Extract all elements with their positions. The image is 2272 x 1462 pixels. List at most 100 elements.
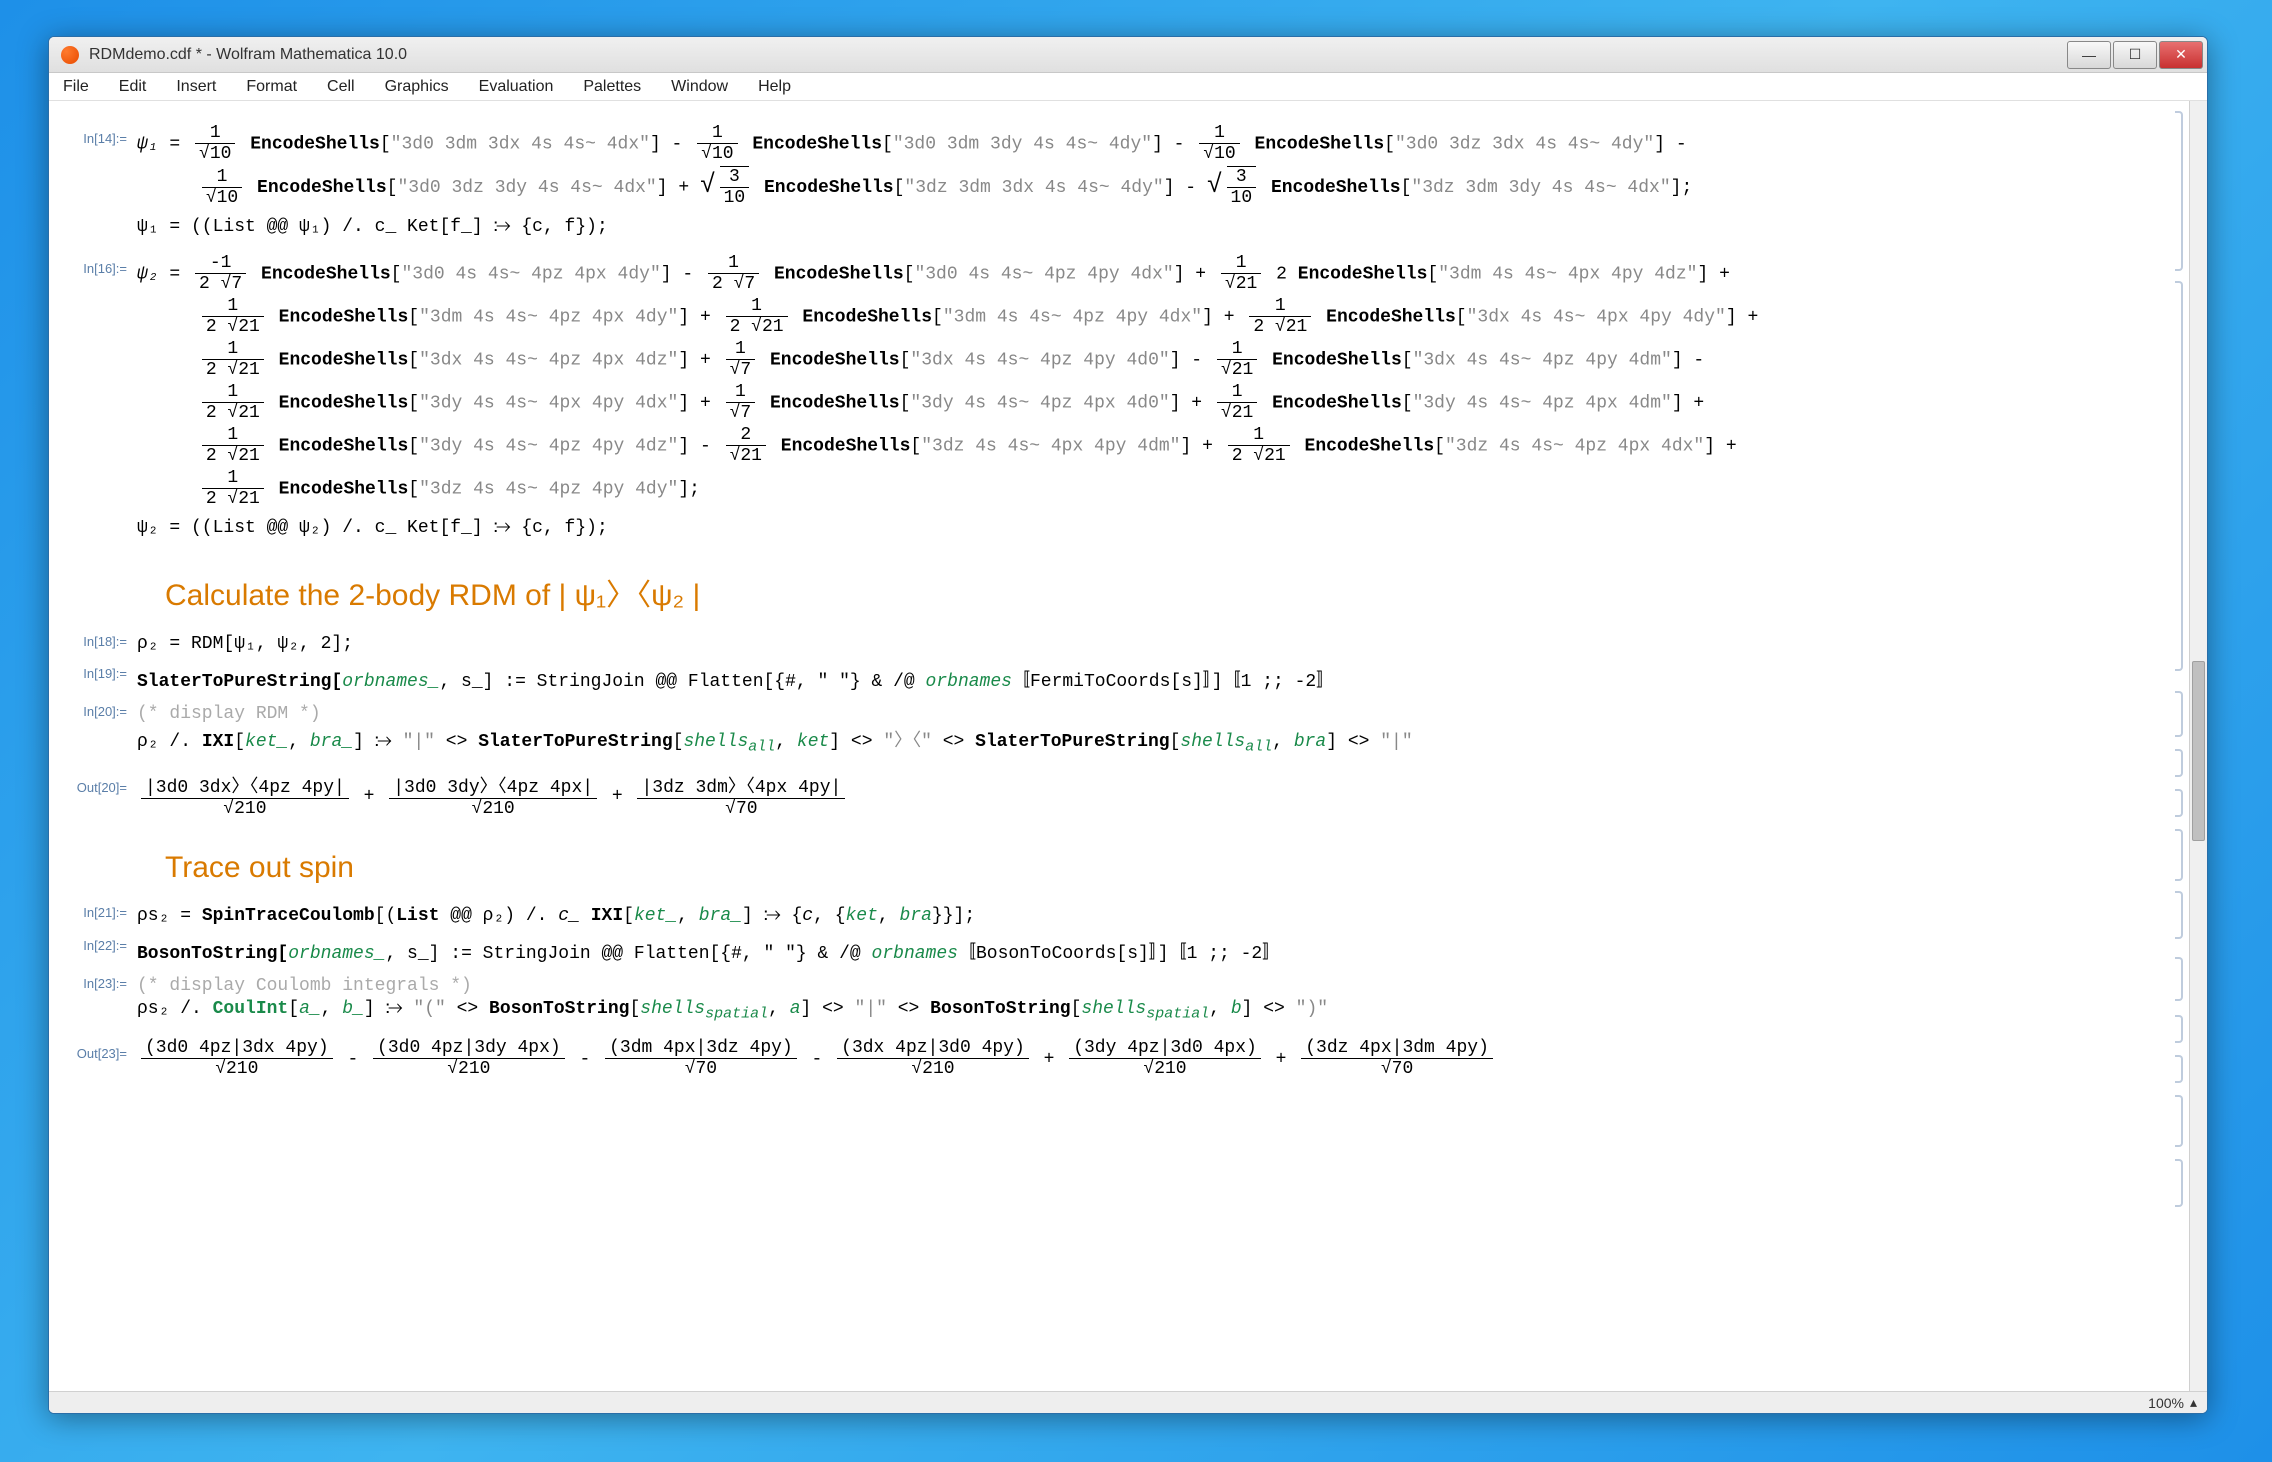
out-num: |3d0 3dy〉〈4pz 4px| [389,772,597,799]
close-button[interactable]: ✕ [2159,41,2203,69]
cell-in18[interactable]: In[18]:= ρ₂ = RDM[ψ₁, ψ₂, 2]; [49,628,2167,660]
out-den: √210 [389,799,597,819]
shell-arg: 3dm 4s 4s~ 4pz 4px 4dy [430,307,668,327]
orb-arg: orbnames_ [288,944,385,964]
cell-in20[interactable]: In[20]:= (* display RDM *) ρ₂ /. IXI[ket… [49,698,2167,764]
frac-den: √21 [1221,274,1261,294]
out-num: |3d0 3dx〉〈4pz 4py| [141,772,349,799]
out-den: √210 [141,1059,333,1079]
menu-file[interactable]: File [57,76,95,98]
cell-body-21: ρs₂ = SpinTraceCoulomb[(List @@ ρ₂) /. c… [127,901,2167,930]
cell-in14[interactable]: In[14]:= ψ₁ = 1√10 EncodeShells["3d0 3dm… [49,115,2167,245]
shell-arg: 3dx 4s 4s~ 4pz 4px 4dz [430,350,668,370]
frac-num: 1 [726,339,756,360]
menubar: File Edit Insert Format Cell Graphics Ev… [49,73,2207,101]
shell-arg: 3dz 4s 4s~ 4px 4py 4dm [932,436,1170,456]
section-heading-rdm: Calculate the 2-body RDM of | ψ₁〉〈ψ₂ | [49,546,2167,628]
shell-arg: 3dx 4s 4s~ 4pz 4py 4dm [1423,350,1661,370]
in-label-22: In[22]:= [49,934,127,953]
cell-in21[interactable]: In[21]:= ρs₂ = SpinTraceCoulomb[(List @@… [49,899,2167,932]
menu-insert[interactable]: Insert [170,76,222,98]
shell-arg: 3dx 4s 4s~ 4px 4py 4dy [1477,307,1715,327]
frac-num: 1 [1221,253,1261,274]
titlebar[interactable]: RDMdemo.cdf * - Wolfram Mathematica 10.0… [49,37,2207,73]
frac-num: 1 [708,253,759,274]
out-num: (3dx 4pz|3d0 4py) [837,1038,1029,1059]
frac-num: 1 [726,296,788,317]
frac-num: 1 [202,167,242,188]
menu-graphics[interactable]: Graphics [379,76,455,98]
frac-num: 1 [195,123,235,144]
cell-in19[interactable]: In[19]:= SlaterToPureString[orbnames_, s… [49,660,2167,698]
cell-in16[interactable]: In[16]:= ψ₂ = -12 √7 EncodeShells["3d0 4… [49,245,2167,546]
cell-body-19: SlaterToPureString[orbnames_, s_] := Str… [127,662,2167,696]
shell-arg: 3d0 3dm 3dx 4s 4s~ 4dx [401,134,639,154]
maximize-button[interactable]: ☐ [2113,41,2157,69]
menu-edit[interactable]: Edit [113,76,153,98]
frac-den: 2 √21 [202,360,264,380]
frac-num: 1 [726,382,756,403]
out-num: |3dz 3dm〉〈4px 4py| [637,772,845,799]
vertical-scrollbar[interactable] [2189,101,2207,1391]
window-controls: — ☐ ✕ [2067,41,2203,69]
frac-den: √21 [1217,360,1257,380]
menu-palettes[interactable]: Palettes [577,76,647,98]
out-body-23: (3d0 4pz|3dx 4py)√210 - (3d0 4pz|3dy 4px… [127,1032,2167,1085]
cell-in22[interactable]: In[22]:= BosonToString[orbnames_, s_] :=… [49,932,2167,970]
frac-num: 1 [1228,425,1290,446]
shell-arg: 3dy 4s 4s~ 4pz 4px 4dm [1423,393,1661,413]
frac-den: √10 [697,144,737,164]
in-label-19: In[19]:= [49,662,127,681]
frac-den: 2 √21 [202,446,264,466]
menu-help[interactable]: Help [752,76,797,98]
in-label-23: In[23]:= [49,972,127,991]
out-num: (3dz 4px|3dm 4py) [1301,1038,1493,1059]
app-icon [61,46,79,64]
out-den: √210 [141,799,349,819]
menu-evaluation[interactable]: Evaluation [473,76,560,98]
frac-num: 1 [697,123,737,144]
out-num: (3d0 4pz|3dx 4py) [141,1038,333,1059]
section-heading-trace: Trace out spin [49,827,2167,899]
code-mid: , s_] := StringJoin @@ Flatten[{#, " "} … [439,672,925,692]
code-tail: 〚BosonToCoords[s]〛]〚1 ;; -2〛 [958,944,1280,964]
shell-arg: 3dm 4s 4s~ 4px 4py 4dz [1449,264,1687,284]
cell-body-20: (* display RDM *) ρ₂ /. IXI[ket_, bra_] … [127,700,2167,762]
shell-arg: 3dx 4s 4s~ 4pz 4py 4d0 [921,350,1159,370]
frac-den: 2 √21 [1249,317,1311,337]
cell-body-14: ψ₁ = 1√10 EncodeShells["3d0 3dm 3dx 4s 4… [127,117,2167,243]
in-label-20: In[20]:= [49,700,127,719]
psi2-rule: ψ₂ = ((List @@ ψ₂) /. c_ Ket[f_] ⧴ {c, f… [137,517,2167,538]
notebook[interactable]: In[14]:= ψ₁ = 1√10 EncodeShells["3d0 3dm… [49,101,2167,1391]
frac-den: √10 [202,188,242,208]
zoom-chevron-icon[interactable]: ▴ [2190,1394,2197,1411]
menu-format[interactable]: Format [240,76,303,98]
frac-num: 1 [202,339,264,360]
cell-body-18: ρ₂ = RDM[ψ₁, ψ₂, 2]; [127,630,2167,658]
menu-cell[interactable]: Cell [321,76,361,98]
shell-arg: 3d0 4s 4s~ 4pz 4py 4dx [925,264,1163,284]
frac-num: 1 [1249,296,1311,317]
frac-den: 2 √21 [202,489,264,509]
out-den: √210 [837,1059,1029,1079]
shell-arg: 3d0 4s 4s~ 4pz 4px 4dy [412,264,650,284]
scrollbar-thumb[interactable] [2192,661,2205,841]
app-window: RDMdemo.cdf * - Wolfram Mathematica 10.0… [48,36,2208,1414]
code-mid: , s_] := StringJoin @@ Flatten[{#, " "} … [385,944,871,964]
out-num: (3dy 4pz|3d0 4px) [1069,1038,1261,1059]
minimize-button[interactable]: — [2067,41,2111,69]
frac-num: -1 [195,253,246,274]
shell-arg: 3d0 3dz 3dx 4s 4s~ 4dy [1406,134,1644,154]
cell-brackets[interactable] [2169,101,2189,1391]
out-den: √210 [373,1059,565,1079]
shell-arg: 3d0 3dm 3dy 4s 4s~ 4dy [904,134,1142,154]
zoom-level[interactable]: 100% [2148,1395,2184,1411]
orb-arg: orbnames [872,944,958,964]
cell-in23[interactable]: In[23]:= (* display Coulomb integrals *)… [49,970,2167,1031]
frac-den: 2 √7 [708,274,759,294]
frac-den: 2 √21 [202,403,264,423]
shell-arg: 3dm 4s 4s~ 4pz 4py 4dx [954,307,1192,327]
frac-den: √10 [1199,144,1239,164]
out-num: (3d0 4pz|3dy 4px) [373,1038,565,1059]
menu-window[interactable]: Window [665,76,734,98]
